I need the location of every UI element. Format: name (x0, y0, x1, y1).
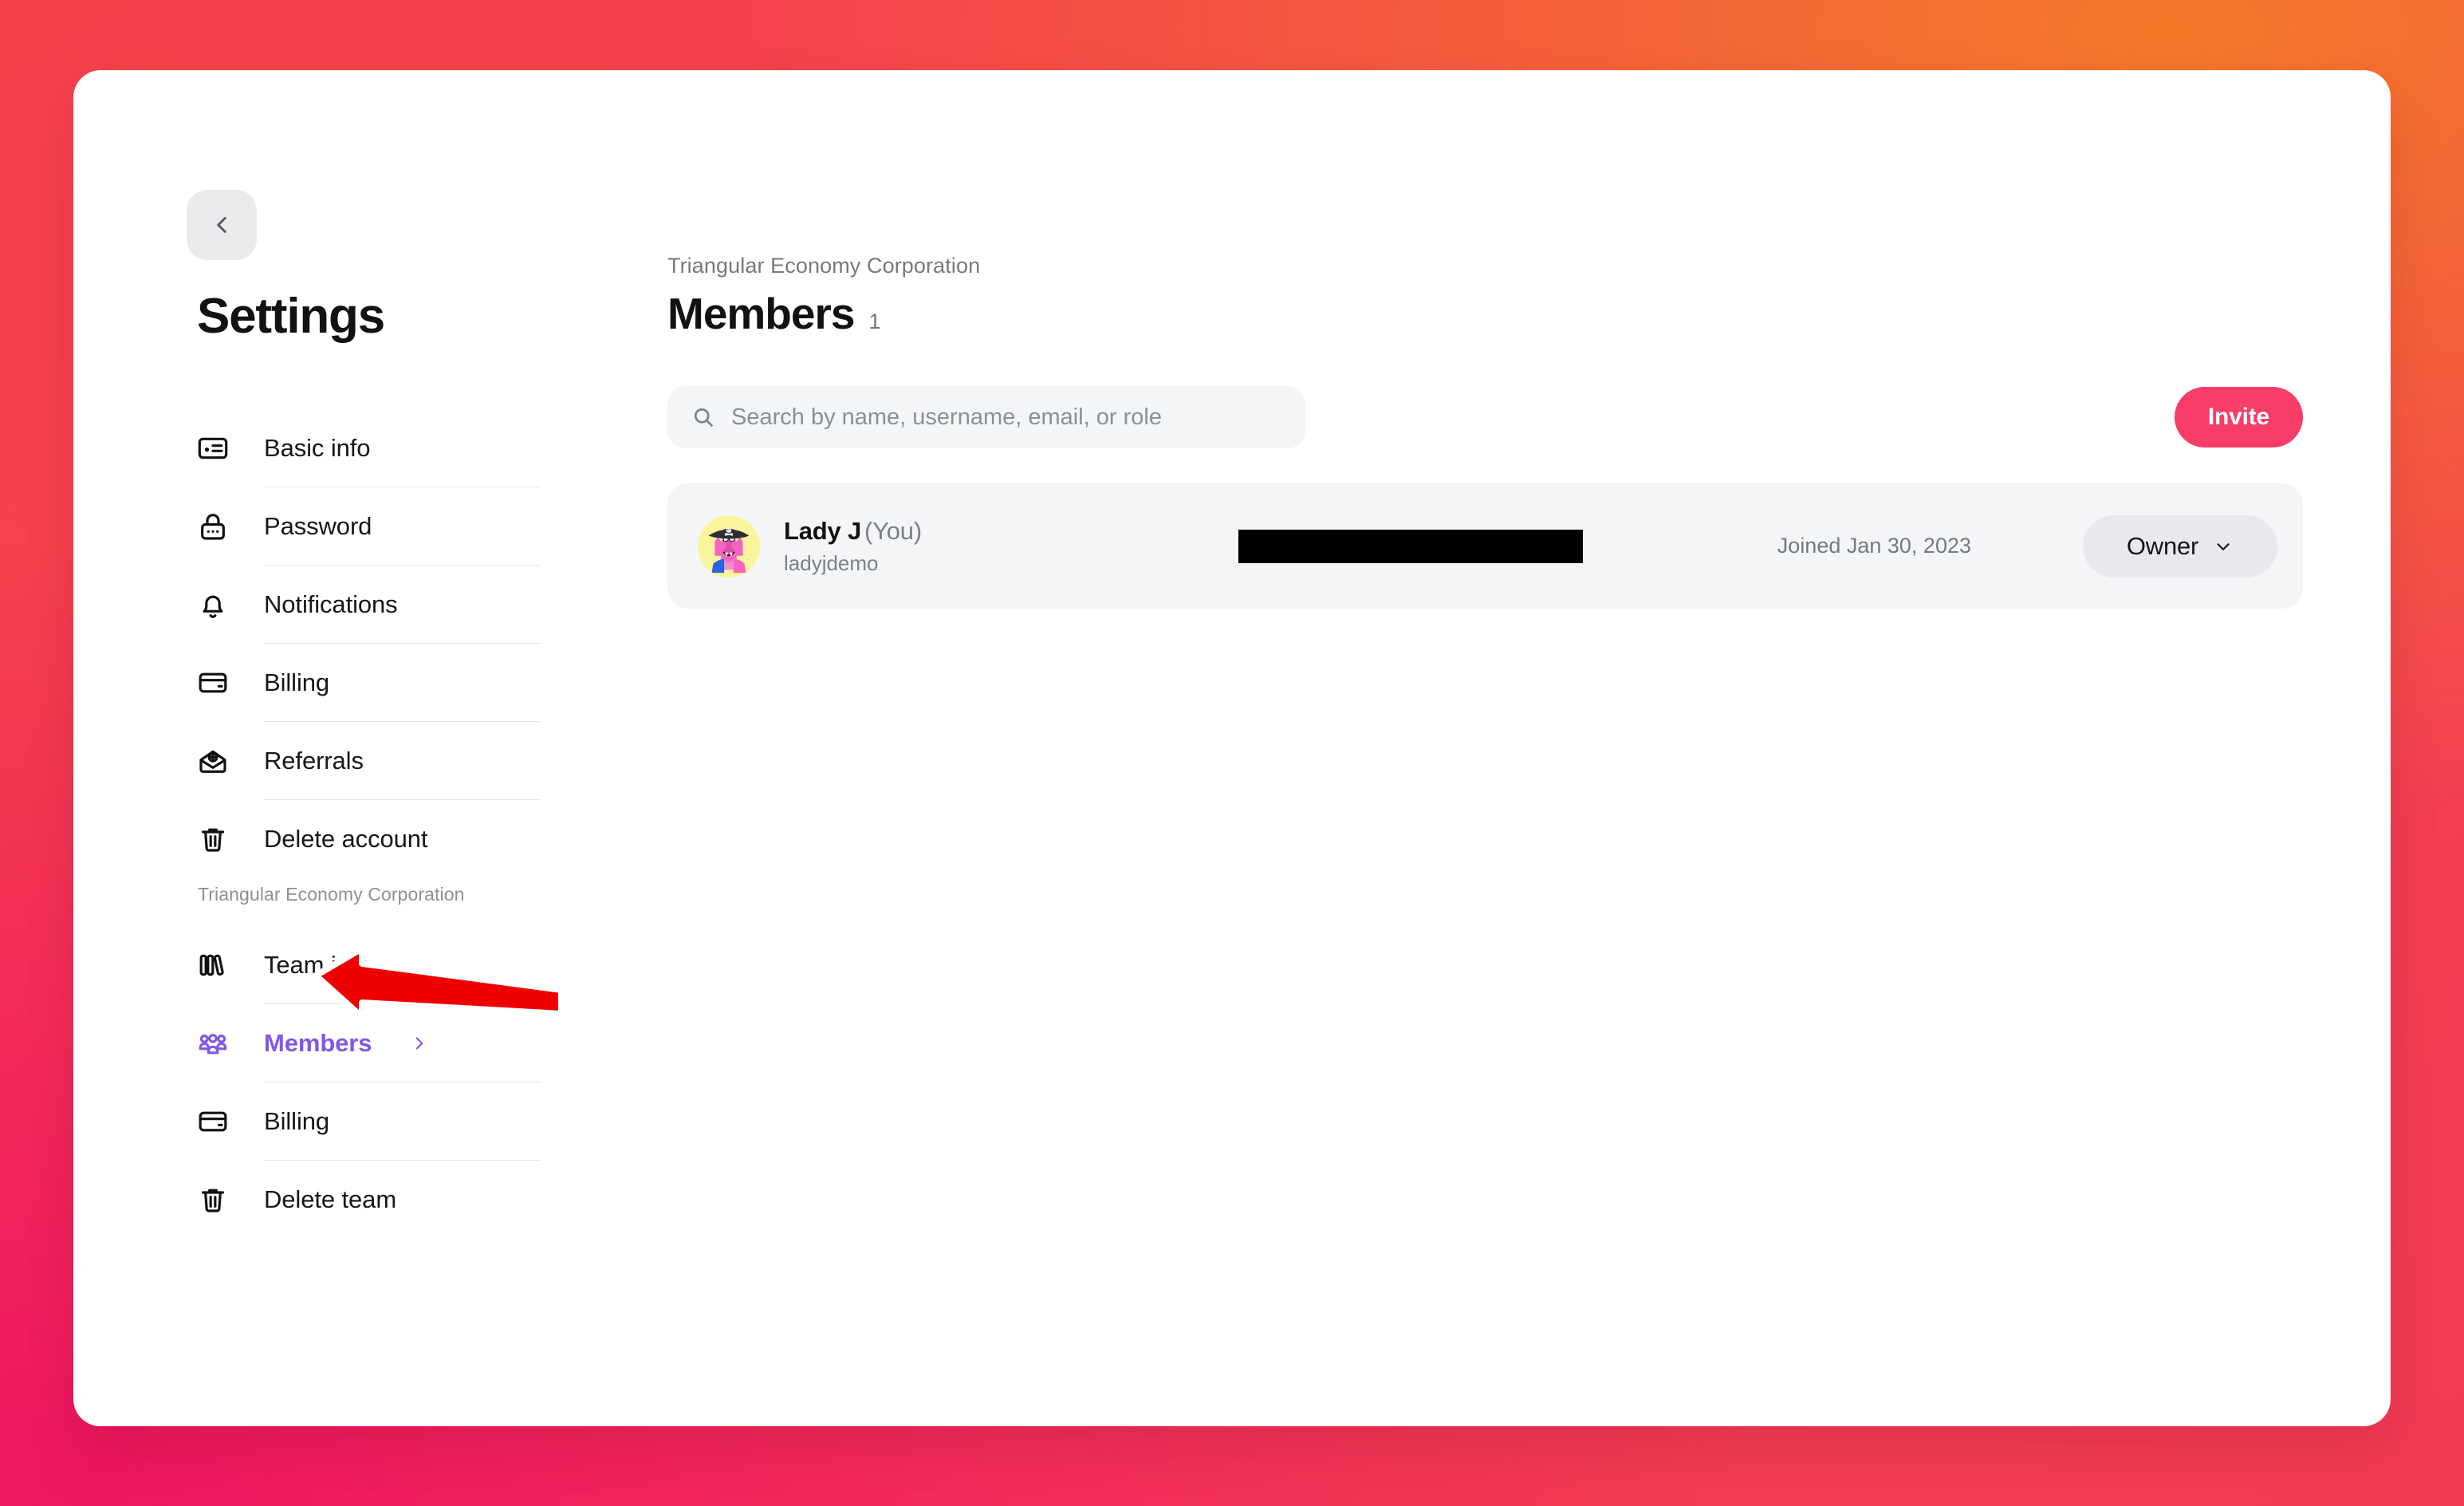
member-role-dropdown[interactable]: Owner (2083, 514, 2277, 578)
users-icon (197, 1027, 234, 1059)
sidebar-item-team-billing[interactable]: Billing (197, 1082, 540, 1160)
sidebar-item-label: Billing (264, 668, 330, 696)
sidebar-team-group: Triangular Economy Corporation Team info (197, 884, 540, 1238)
table-row[interactable]: Lady J (You) ladyjdemo Joined Jan 30, 20… (667, 483, 2303, 609)
sidebar-team-label: Triangular Economy Corporation (198, 884, 465, 905)
sidebar-item-delete-team[interactable]: Delete team (197, 1161, 540, 1238)
credit-card-icon (197, 667, 234, 699)
bell-icon (197, 589, 234, 621)
member-email-redacted (1238, 529, 1583, 563)
sidebar-item-notifications[interactable]: Notifications (197, 566, 540, 643)
member-name-line: Lady J (You) (784, 517, 1230, 546)
member-identity: Lady J (You) ladyjdemo (784, 517, 1230, 576)
sidebar-item-basic-info[interactable]: Basic info (197, 409, 540, 487)
back-button[interactable] (187, 190, 257, 260)
sidebar-item-delete-account[interactable]: Delete account (197, 800, 540, 877)
credit-card-icon (197, 1106, 234, 1137)
member-name: Lady J (784, 516, 862, 545)
sidebar: Settings Basic info Password Notificatio… (73, 70, 584, 1426)
members-count: 1 (868, 309, 881, 333)
chevron-left-icon (208, 211, 235, 239)
sidebar-item-team-info[interactable]: Team info (197, 926, 540, 1003)
envelope-plus-icon (197, 745, 234, 777)
chevron-right-icon (409, 1033, 430, 1054)
members-toolbar: Invite (667, 386, 2303, 448)
sidebar-item-label: Password (264, 511, 372, 540)
breadcrumb: Triangular Economy Corporation (667, 254, 981, 278)
invite-button[interactable]: Invite (2174, 387, 2303, 447)
avatar (698, 514, 760, 578)
search-box[interactable] (667, 386, 1305, 448)
sidebar-item-label: Basic info (264, 433, 371, 462)
member-role-label: Owner (2126, 531, 2199, 560)
books-icon (197, 949, 234, 981)
member-you-tag: (You) (864, 516, 922, 545)
sidebar-item-members[interactable]: Members (197, 1004, 540, 1082)
sidebar-item-label: Referrals (264, 746, 364, 775)
page-title: Settings (197, 289, 385, 344)
member-username: ladyjdemo (784, 550, 879, 575)
search-icon (691, 405, 715, 429)
sidebar-item-label: Notifications (264, 589, 398, 618)
sidebar-item-label: Billing (264, 1106, 330, 1135)
sidebar-item-billing[interactable]: Billing (197, 644, 540, 721)
sidebar-item-password[interactable]: Password (197, 487, 540, 565)
lock-icon (197, 511, 234, 542)
sidebar-item-label: Delete account (264, 824, 428, 853)
members-header: Members 1 (667, 292, 881, 336)
members-list: Lady J (You) ladyjdemo Joined Jan 30, 20… (667, 483, 2303, 609)
sidebar-personal-group: Basic info Password Notifications Billin… (197, 409, 540, 877)
settings-window: Settings Basic info Password Notificatio… (73, 70, 2391, 1426)
main-panel: Triangular Economy Corporation Members 1… (584, 70, 2391, 1426)
id-card-icon (197, 432, 234, 464)
members-title: Members (667, 289, 855, 338)
sidebar-item-label: Delete team (264, 1185, 397, 1213)
trash-icon (197, 823, 234, 855)
chevron-down-icon (2213, 536, 2234, 557)
trash-icon (197, 1184, 234, 1216)
sidebar-item-label: Team info (264, 950, 371, 979)
sidebar-item-label: Members (264, 1028, 372, 1057)
sidebar-item-referrals[interactable]: Referrals (197, 722, 540, 799)
member-joined-date: Joined Jan 30, 2023 (1777, 534, 1971, 558)
search-input[interactable] (731, 404, 1281, 431)
